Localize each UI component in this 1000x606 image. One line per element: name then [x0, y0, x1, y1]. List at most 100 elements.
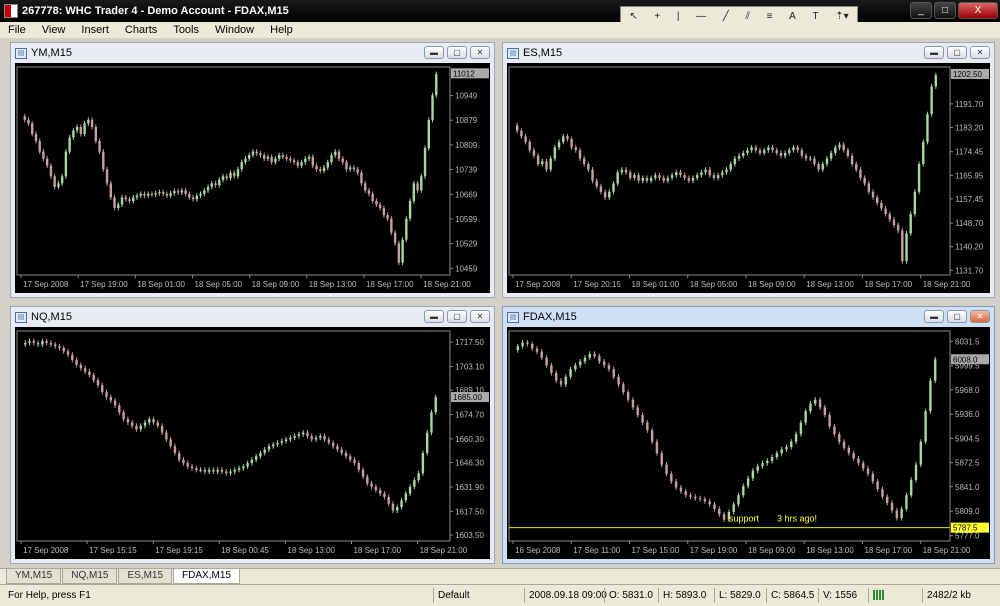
menu-help[interactable]: Help — [262, 24, 301, 36]
candle-body — [562, 136, 565, 142]
candle-body — [804, 411, 807, 423]
crosshair-icon[interactable]: + — [654, 11, 660, 22]
trendline-icon[interactable]: ╱ — [723, 11, 729, 22]
candle-body — [435, 74, 438, 96]
chart-maximize-button[interactable]: ▢ — [447, 310, 467, 323]
chart-window-titlebar[interactable]: ▤ YM,M15 — [11, 43, 494, 63]
arrow-icon[interactable]: ⇡▾ — [835, 11, 848, 22]
menu-charts[interactable]: Charts — [117, 24, 165, 36]
status-datetime: 2008.09.18 09:00 — [524, 588, 607, 603]
candle-body — [666, 177, 670, 181]
tab-fdax[interactable]: FDAX,M15 — [173, 569, 240, 584]
tab-es[interactable]: ES,M15 — [118, 569, 173, 584]
current-price-label: 1202.50 — [953, 70, 982, 79]
channel-icon[interactable]: ⫽ — [745, 11, 749, 22]
candle-body — [886, 496, 889, 503]
chart-window-titlebar[interactable]: ▤ FDAX,M15 — [503, 307, 994, 327]
candle-body — [49, 342, 53, 345]
chart-window-titlebar[interactable]: ▤ ES,M15 — [503, 43, 994, 63]
candle-body — [612, 183, 615, 192]
chart-window-es[interactable]: ▤ ES,M15 ▬ ▢ ✕ 1191.70 1183.20 1174.45 1165… — [502, 42, 995, 298]
chart-canvas[interactable]: 1717.50 1703.10 1689.10 1674.70 1660.30 1646.… — [15, 327, 490, 559]
candle-body — [603, 191, 607, 198]
price-label: 1183.20 — [955, 123, 984, 132]
candle-body — [895, 510, 899, 519]
chart-close-button[interactable]: ✕ — [970, 46, 990, 59]
candle-body — [203, 190, 206, 194]
chart-canvas[interactable]: 6031.5 5999.5 5968.0 5936.0 5904.5 5872.5 5841… — [507, 327, 990, 559]
tab-nq[interactable]: NQ,M15 — [62, 569, 118, 584]
maximize-button[interactable]: □ — [934, 2, 956, 19]
chart-canvas[interactable]: 10949 10879 10809 10739 10669 10599 10529 10459… — [15, 63, 490, 293]
chart-canvas[interactable]: 1191.70 1183.20 1174.45 1165.95 1157.45 1148.… — [507, 63, 990, 293]
candle-body — [598, 356, 601, 362]
candle-body — [637, 175, 640, 181]
candle-body — [629, 172, 632, 178]
price-chart[interactable]: 1191.70 1183.20 1174.45 1165.95 1157.45 1148.… — [507, 63, 990, 293]
candle-body — [173, 446, 177, 453]
candle-body — [101, 385, 104, 392]
tab-ym[interactable]: YM,M15 — [6, 569, 62, 584]
candle-body — [646, 422, 649, 431]
candle-body — [838, 434, 841, 442]
chart-close-button[interactable]: ✕ — [470, 310, 490, 323]
candle-body — [248, 155, 251, 159]
menu-tools[interactable]: Tools — [165, 24, 207, 36]
candle-body — [863, 177, 866, 184]
candle-body — [698, 498, 702, 500]
chart-minimize-button[interactable]: ▬ — [924, 46, 944, 59]
chart-window-fdax[interactable]: ▤ FDAX,M15 ▬ ▢ ✕ 6031.5 5999.5 5968.0 5936.… — [502, 306, 995, 564]
vertical-line-icon[interactable]: | — [677, 11, 680, 22]
menu-view[interactable]: View — [34, 24, 74, 36]
chart-close-button[interactable]: ✕ — [970, 310, 990, 323]
candle-body — [122, 412, 125, 420]
candle-body — [549, 158, 552, 170]
minimize-button[interactable]: _ — [910, 2, 932, 19]
time-label: 18 Sep 05:00 — [194, 280, 242, 289]
candle-body — [754, 147, 758, 151]
cursor-icon[interactable]: ↖ — [629, 11, 637, 22]
text-icon[interactable]: A — [789, 11, 796, 22]
candle-body — [401, 239, 404, 263]
chart-window-nq[interactable]: ▤ NQ,M15 ▬ ▢ ✕ 1717.50 1703.10 1689.10 1674… — [10, 306, 495, 564]
candle-body — [391, 503, 395, 511]
candle-body — [917, 164, 921, 192]
close-button[interactable]: X — [958, 2, 998, 19]
chart-title: FDAX,M15 — [523, 311, 577, 323]
price-chart[interactable]: 1717.501703.101689.101674.701660.301646.… — [15, 327, 490, 559]
candle-body — [304, 158, 307, 163]
price-label: 10809 — [455, 141, 478, 150]
price-label: 1191.70 — [955, 100, 984, 109]
menu-insert[interactable]: Insert — [73, 24, 117, 36]
fibonacci-icon[interactable]: ≡ — [767, 11, 773, 22]
price-chart[interactable]: 10949 10879 10809 10739 10669 10599 10529 10459… — [15, 63, 490, 293]
candle-body — [263, 449, 266, 453]
chart-minimize-button[interactable]: ▬ — [424, 46, 444, 59]
chart-maximize-button[interactable]: ▢ — [947, 310, 967, 323]
candle-body — [319, 169, 322, 171]
price-chart[interactable]: 6031.55999.55968.05936.05904.55872.55841… — [507, 327, 990, 559]
horizontal-line-icon[interactable]: — — [696, 11, 706, 22]
label-icon[interactable]: T — [812, 11, 818, 22]
menu-file[interactable]: File — [0, 24, 34, 36]
chart-minimize-button[interactable]: ▬ — [924, 310, 944, 323]
candle-body — [909, 213, 912, 234]
candle-body — [79, 364, 83, 369]
menu-window[interactable]: Window — [207, 24, 262, 36]
candle-body — [569, 369, 572, 377]
app-icon — [4, 4, 18, 18]
candle-body — [888, 213, 891, 220]
chart-window-titlebar[interactable]: ▤ NQ,M15 — [11, 307, 494, 327]
candle-body — [926, 114, 929, 142]
candle-body — [53, 176, 56, 187]
price-label: 1631.90 — [455, 483, 484, 492]
candle-body — [650, 430, 654, 442]
chart-maximize-button[interactable]: ▢ — [447, 46, 467, 59]
candle-body — [434, 397, 437, 413]
chart-close-button[interactable]: ✕ — [470, 46, 490, 59]
chart-maximize-button[interactable]: ▢ — [947, 46, 967, 59]
chart-window-ym[interactable]: ▤ YM,M15 ▬ ▢ ✕ 10949 10879 10809 10739 10669… — [10, 42, 495, 298]
candle-body — [617, 376, 620, 385]
candle-body — [929, 380, 932, 412]
chart-minimize-button[interactable]: ▬ — [424, 310, 444, 323]
